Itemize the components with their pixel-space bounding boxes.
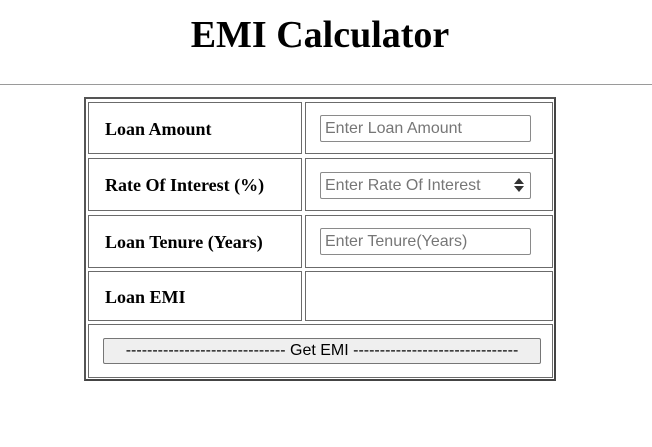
loan-emi-label: Loan EMI — [105, 287, 186, 307]
get-emi-button-cell: ------------------------------ Get EMI -… — [88, 324, 553, 378]
loan-amount-input-cell — [305, 102, 553, 154]
loan-emi-result-cell — [305, 271, 553, 321]
rate-of-interest-input-cell — [305, 158, 553, 211]
get-emi-button[interactable]: ------------------------------ Get EMI -… — [103, 338, 541, 364]
rate-of-interest-label-cell: Rate Of Interest (%) — [88, 158, 302, 211]
loan-emi-label-cell: Loan EMI — [88, 271, 302, 321]
page-title: EMI Calculator — [190, 14, 450, 56]
rate-of-interest-label: Rate Of Interest (%) — [105, 175, 265, 195]
rate-of-interest-input[interactable] — [320, 172, 531, 199]
rate-of-interest-field — [320, 172, 531, 199]
loan-amount-input[interactable] — [320, 115, 531, 142]
loan-tenure-input[interactable] — [320, 228, 531, 255]
loan-tenure-label: Loan Tenure (Years) — [105, 232, 263, 252]
loan-amount-label: Loan Amount — [105, 119, 212, 139]
spinner-up-icon[interactable] — [514, 178, 524, 184]
up-down-spinner-icon[interactable] — [514, 177, 524, 193]
emi-form-table: Loan Amount Rate Of Interest (%) Loan Te… — [84, 97, 556, 381]
divider — [0, 84, 652, 85]
loan-tenure-input-cell — [305, 215, 553, 268]
loan-amount-label-cell: Loan Amount — [88, 102, 302, 154]
loan-tenure-label-cell: Loan Tenure (Years) — [88, 215, 302, 268]
spinner-down-icon[interactable] — [514, 186, 524, 192]
